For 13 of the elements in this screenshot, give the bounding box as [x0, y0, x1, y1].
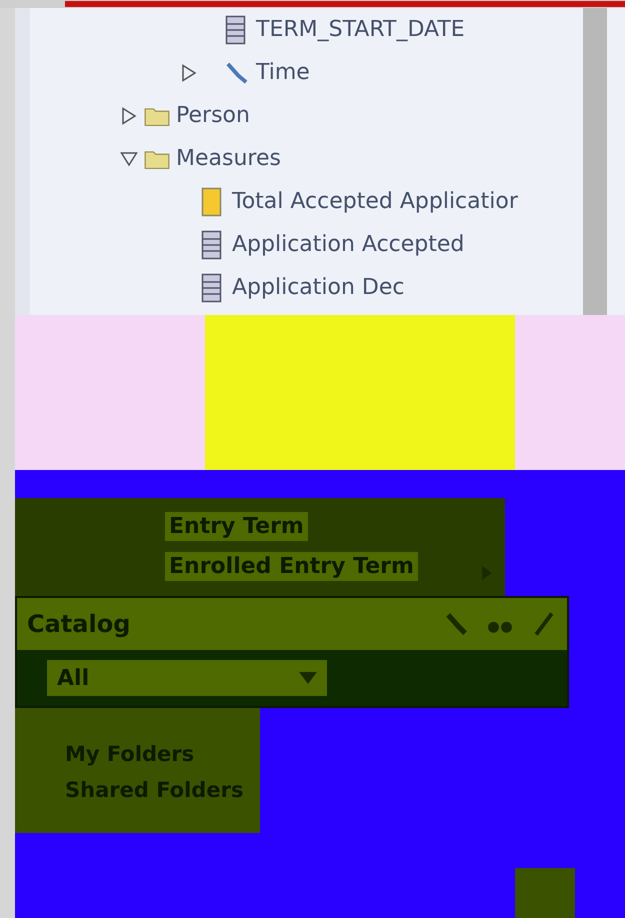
panel-title: Catalog — [27, 610, 132, 638]
collapsed-triangle-icon[interactable] — [120, 106, 138, 124]
caret-icon — [299, 672, 317, 684]
tree-item-label[interactable]: Application Dec — [232, 275, 404, 300]
expanded-triangle-icon[interactable] — [120, 150, 138, 168]
scrollbar[interactable] — [583, 8, 607, 315]
tree-item-label[interactable]: Application Accepted — [232, 232, 464, 257]
collapsed-triangle-icon[interactable] — [180, 64, 198, 82]
tree-item-label[interactable]: Time — [256, 60, 310, 85]
tree-item-label[interactable]: Total Accepted Applicatior — [232, 189, 518, 214]
tree-item-label[interactable]: TERM_START_DATE — [256, 17, 465, 42]
tree-item-label[interactable]: Measures — [176, 146, 281, 171]
tree-item-label[interactable]: Person — [176, 103, 250, 128]
